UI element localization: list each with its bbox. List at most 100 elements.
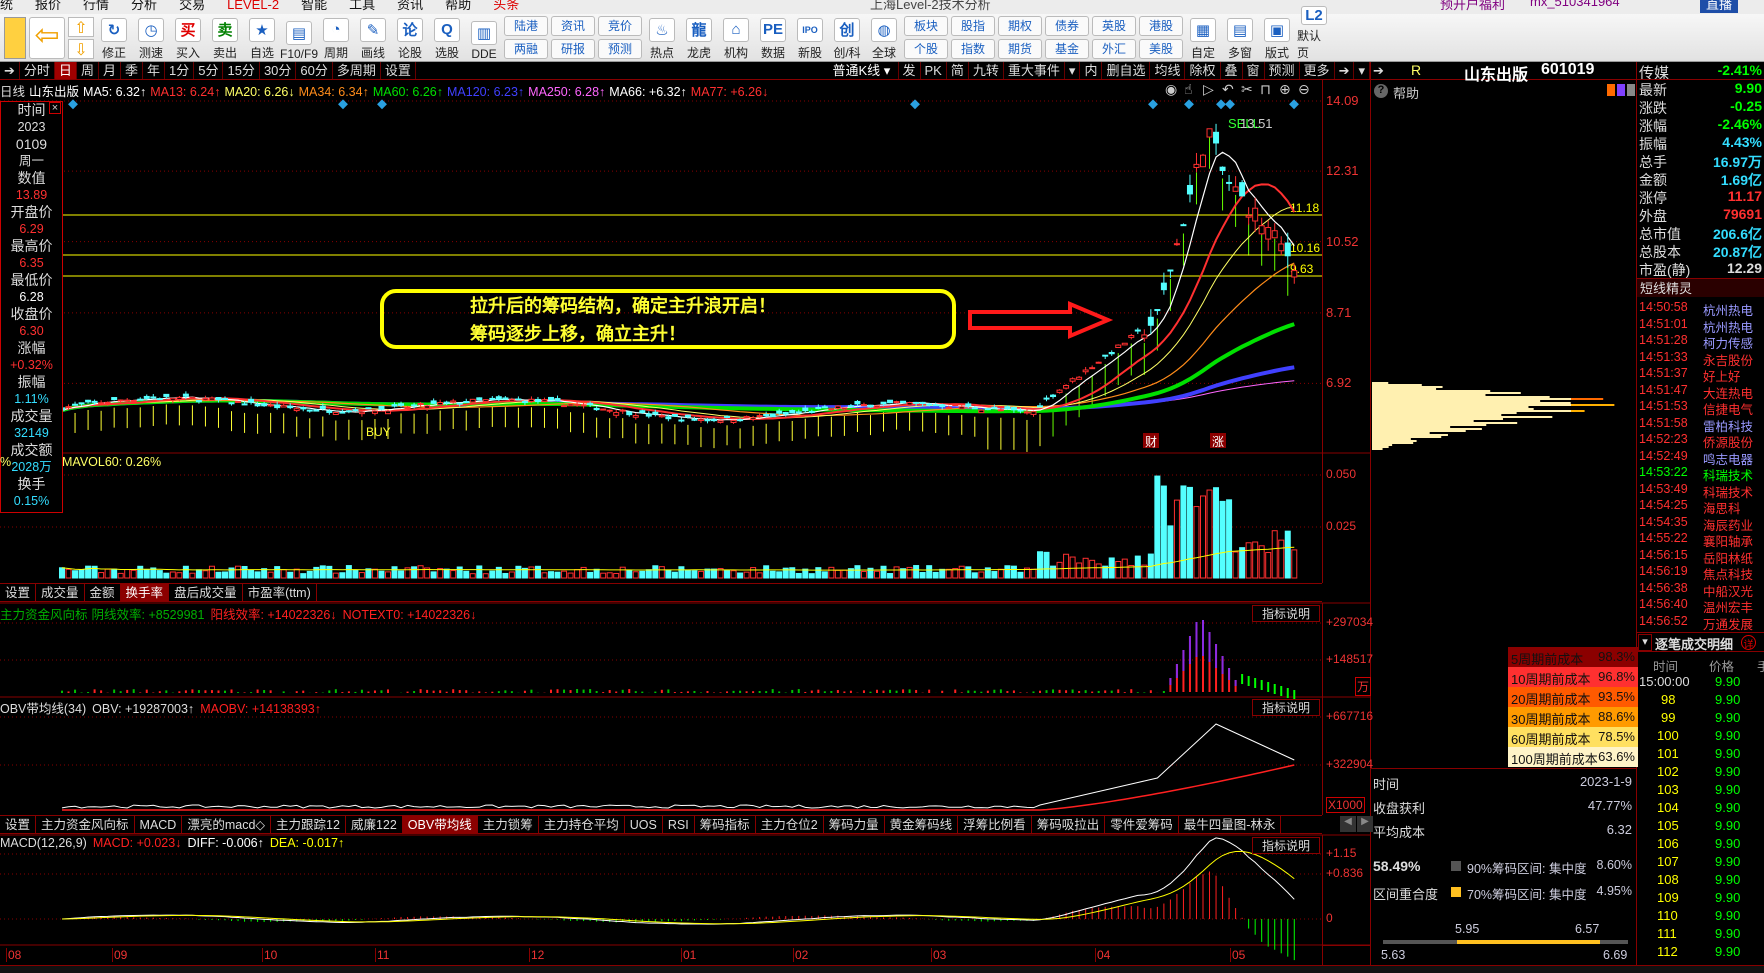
- sector-change: -2.41%: [1717, 62, 1762, 78]
- tab-5[interactable]: 市盈率(ttm): [243, 584, 317, 601]
- volume-bar: [587, 571, 594, 579]
- lock-icon[interactable]: ⊓: [1260, 81, 1271, 98]
- dropdown-icon[interactable]: ▾: [1638, 634, 1652, 651]
- sprite-item[interactable]: 14:50:58 杭州热电: [1637, 300, 1764, 318]
- tab-6[interactable]: OBV带均线: [402, 816, 478, 833]
- scissors-icon[interactable]: ✂: [1241, 81, 1253, 98]
- play-icon[interactable]: ▷: [1203, 81, 1214, 98]
- eye-icon[interactable]: ◉: [1165, 81, 1177, 98]
- sprite-item[interactable]: 14:53:49 科瑞技术: [1637, 482, 1764, 500]
- tab-17[interactable]: 零件爱筹码: [1105, 816, 1179, 833]
- volume-truncated-label: %: [0, 455, 12, 469]
- sprite-item[interactable]: 14:51:28 柯力传感: [1637, 333, 1764, 351]
- sprite-item[interactable]: 14:54:25 海思科: [1637, 498, 1764, 516]
- sprite-item[interactable]: 14:54:35 海辰药业: [1637, 515, 1764, 533]
- detail-badge-icon[interactable]: 详: [1741, 635, 1756, 651]
- tab-7[interactable]: 主力锁筹: [478, 816, 539, 833]
- hand-icon[interactable]: ☝: [1184, 81, 1193, 98]
- sprite-item[interactable]: 14:55:22 襄阳轴承: [1637, 531, 1764, 549]
- candle-body: [606, 409, 613, 412]
- sprite-item[interactable]: 14:56:52 万通发展: [1637, 614, 1764, 632]
- sprite-item[interactable]: 14:51:33 永吉股份: [1637, 350, 1764, 368]
- trade-row: 108 9.90: [1637, 872, 1764, 890]
- volume-bar: [463, 570, 470, 579]
- zoom-in-icon[interactable]: ⊕: [1279, 81, 1291, 98]
- tab-scroll-right-button[interactable]: ▶: [1357, 816, 1373, 832]
- trade-price: 9.90: [1715, 908, 1741, 923]
- sprite-item[interactable]: 14:53:22 科瑞技术: [1637, 465, 1764, 483]
- candle-body: [593, 407, 600, 411]
- tab-8[interactable]: 主力持仓平均: [539, 816, 625, 833]
- promo-link[interactable]: 预开户福利: [1440, 0, 1505, 13]
- candle-body: [306, 409, 313, 412]
- volume-bar: [691, 570, 698, 579]
- tab-1[interactable]: 主力资金风向标: [36, 816, 135, 833]
- collapse-arrow-icon[interactable]: ➔: [1373, 63, 1384, 79]
- star-icon[interactable]: [1627, 84, 1635, 96]
- dea-line: [61, 850, 1295, 925]
- tab-14[interactable]: 黄金筹码线: [885, 816, 959, 833]
- sprite-item[interactable]: 14:56:15 岳阳林纸: [1637, 548, 1764, 566]
- overlap-value: 58.49%: [1373, 858, 1421, 874]
- live-button[interactable]: 直播: [1700, 0, 1739, 13]
- sprite-item[interactable]: 14:51:58 雷柏科技: [1637, 416, 1764, 434]
- sprite-item[interactable]: 14:56:38 中船汉光: [1637, 581, 1764, 599]
- candle-body: [124, 399, 131, 402]
- quote-value: 20.87亿: [1712, 244, 1762, 260]
- help-icon[interactable]: ?: [1374, 84, 1388, 98]
- flag-icon[interactable]: [1607, 84, 1615, 96]
- cost-label: 20周期前成本: [1511, 692, 1591, 707]
- tab-1[interactable]: 成交量: [36, 584, 85, 601]
- indicator-explain-button[interactable]: 指标说明: [1252, 699, 1320, 716]
- volume-bar: [98, 572, 105, 579]
- tab-9[interactable]: UOS: [625, 816, 663, 833]
- help-link[interactable]: 帮助: [1393, 83, 1419, 102]
- tab-2[interactable]: MACD: [135, 816, 183, 833]
- close-icon[interactable]: ×: [49, 102, 61, 114]
- indicator-explain-button[interactable]: 指标说明: [1252, 837, 1320, 854]
- sprite-item[interactable]: 14:52:23 侨源股份: [1637, 432, 1764, 450]
- tab-0[interactable]: 设置: [0, 816, 37, 833]
- volume-bar: [808, 573, 815, 579]
- tab-3[interactable]: 漂亮的macd◇: [182, 816, 272, 833]
- tab-4[interactable]: 主力跟踪12: [271, 816, 346, 833]
- sprite-item[interactable]: 14:56:19 焦点科技: [1637, 564, 1764, 582]
- candle-body: [1056, 389, 1063, 393]
- tab-15[interactable]: 浮筹比例看: [958, 816, 1032, 833]
- sprite-item[interactable]: 14:51:37 好上好: [1637, 366, 1764, 384]
- quote-value: -2.46%: [1717, 116, 1762, 132]
- candle-body: [293, 408, 300, 412]
- sprite-item[interactable]: 14:51:01 杭州热电: [1637, 317, 1764, 335]
- volume-bar: [339, 572, 346, 579]
- volume-bar: [1278, 539, 1285, 579]
- sprite-item[interactable]: 14:51:47 大连热电: [1637, 383, 1764, 401]
- tab-16[interactable]: 筹码吸拉出: [1032, 816, 1106, 833]
- tab-13[interactable]: 筹码力量: [824, 816, 885, 833]
- indicator-value: 阳线效率: +14022326↓: [210, 608, 337, 622]
- sprite-item[interactable]: 14:56:40 温州宏丰: [1637, 597, 1764, 615]
- tab-0[interactable]: 设置: [0, 584, 37, 601]
- trade-time: 105: [1657, 818, 1679, 833]
- undo-icon[interactable]: ↶: [1222, 81, 1234, 98]
- sprite-item[interactable]: 14:52:49 鸣志电器: [1637, 449, 1764, 467]
- cost-value: 96.8%: [1598, 669, 1635, 684]
- trade-price: 9.90: [1715, 692, 1741, 707]
- candle-body: [541, 399, 548, 403]
- candle-body: [1200, 154, 1206, 168]
- zoom-out-icon[interactable]: ⊖: [1298, 81, 1310, 98]
- sprite-item[interactable]: 14:51:53 信捷电气: [1637, 399, 1764, 417]
- tab-11[interactable]: 筹码指标: [695, 816, 756, 833]
- tab-5[interactable]: 威廉122: [346, 816, 403, 833]
- candle-body: [1115, 344, 1122, 349]
- volume-bar: [684, 569, 691, 579]
- flag-icon[interactable]: [1617, 84, 1625, 96]
- tab-12[interactable]: 主力仓位2: [756, 816, 824, 833]
- trade-row: 98 9.90: [1637, 692, 1764, 710]
- tab-10[interactable]: RSI: [663, 816, 695, 833]
- tab-4[interactable]: 盘后成交量: [169, 584, 243, 601]
- tab-3[interactable]: 换手率: [120, 584, 170, 601]
- tab-2[interactable]: 金额: [85, 584, 121, 601]
- tab-18[interactable]: 最牛四量图-林永: [1179, 816, 1282, 833]
- tab-scroll-left-button[interactable]: ◀: [1340, 816, 1356, 832]
- indicator-explain-button[interactable]: 指标说明: [1252, 605, 1320, 622]
